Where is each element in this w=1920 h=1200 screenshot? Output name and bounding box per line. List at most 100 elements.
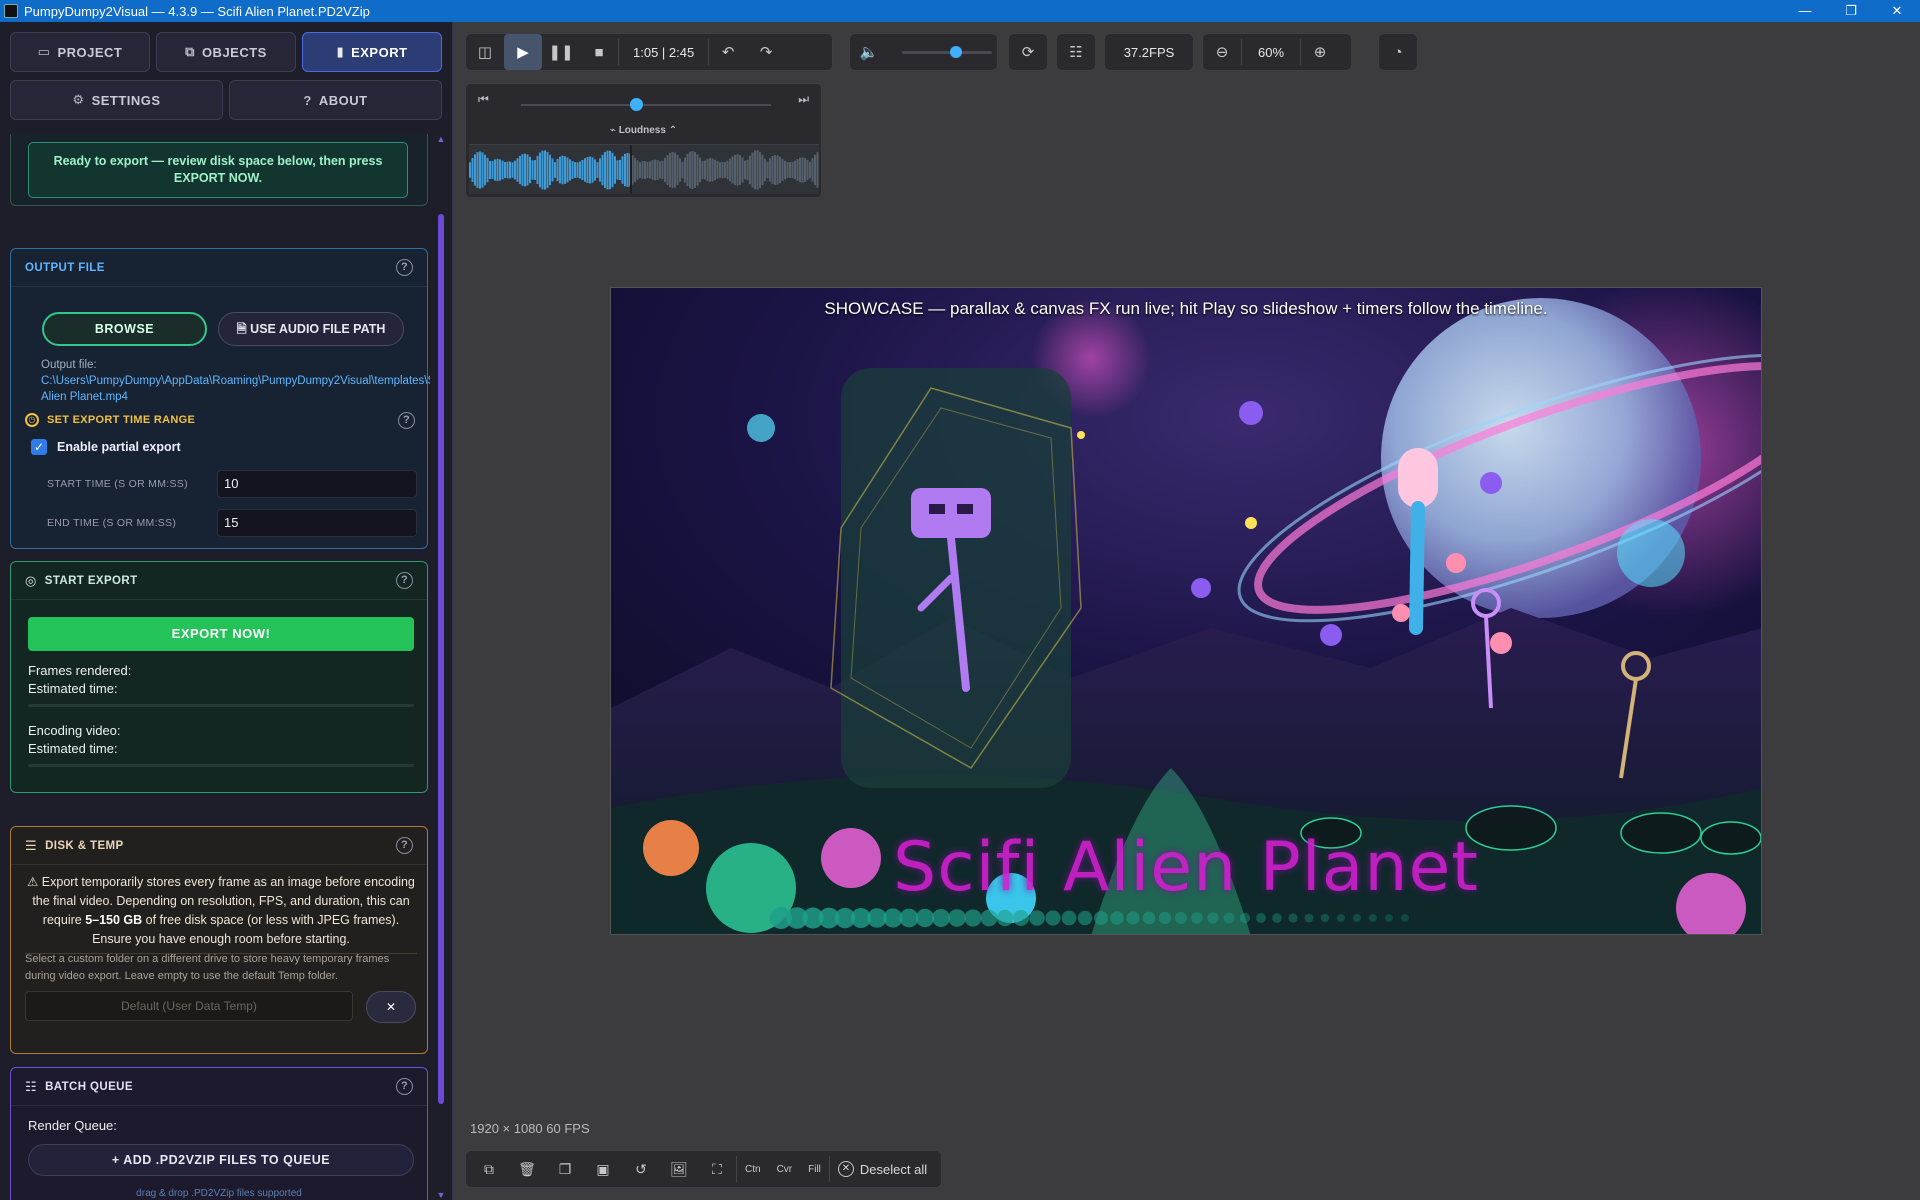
- start-time-input[interactable]: 10: [217, 470, 417, 498]
- space-invader-3: [1191, 578, 1211, 598]
- pause-icon: ❚❚: [548, 44, 574, 61]
- browse-button[interactable]: BROWSE: [42, 312, 207, 346]
- brain-1: [1446, 553, 1466, 573]
- scroll-up-icon[interactable]: ▲: [436, 134, 446, 144]
- close-window-button[interactable]: ✕: [1874, 0, 1920, 22]
- waveform-bar: [556, 158, 559, 182]
- delete-button[interactable]: 🗑: [508, 1151, 546, 1187]
- tab-objects[interactable]: ⧉ OBJECTS: [156, 32, 296, 72]
- zoom-in-icon: ⊕: [1313, 44, 1327, 61]
- help-icon[interactable]: ?: [398, 411, 415, 429]
- waveform-bar: [741, 157, 744, 183]
- play-button[interactable]: ▶: [504, 34, 542, 70]
- use-audio-path-button[interactable]: 🗎 USE AUDIO FILE PATH: [218, 312, 404, 346]
- image-button[interactable]: 🖼: [660, 1151, 698, 1187]
- export-now-button[interactable]: EXPORT NOW!: [28, 617, 414, 651]
- reset-button[interactable]: ↺: [622, 1151, 660, 1187]
- skip-end-icon[interactable]: ⏭: [798, 92, 809, 107]
- file-icon: 🗎: [236, 322, 251, 336]
- waveform-bar: [656, 159, 659, 181]
- target-icon: ◎: [25, 572, 37, 588]
- end-time-input[interactable]: 15: [217, 509, 417, 537]
- tab-about[interactable]: ? ABOUT: [229, 80, 442, 120]
- waveform-bar: [771, 155, 774, 185]
- waveform-panel: ⏮ ⏭ ⌁ Loudness ⌃: [465, 83, 822, 198]
- waveform-bar: [624, 153, 626, 187]
- waveform-bar: [614, 156, 616, 184]
- volume-slider-thumb[interactable]: [950, 46, 962, 58]
- waveform-bar: [764, 158, 766, 182]
- image-edit-button[interactable]: ▣: [584, 1151, 622, 1187]
- help-icon[interactable]: ?: [396, 259, 413, 276]
- duplicate-button[interactable]: ⧉: [470, 1151, 508, 1187]
- performance-button[interactable]: ◔: [1379, 34, 1417, 70]
- undo-button[interactable]: ↶: [709, 34, 747, 70]
- help-icon[interactable]: ?: [396, 572, 413, 589]
- copy-button[interactable]: ❐: [546, 1151, 584, 1187]
- waveform-bar: [664, 157, 666, 183]
- temp-folder-input[interactable]: Default (User Data Temp): [25, 991, 353, 1021]
- partial-export-toggle[interactable]: ✓ Enable partial export: [31, 439, 181, 455]
- fill-button[interactable]: Fill: [800, 1164, 829, 1175]
- output-path-value[interactable]: C:\Users\PumpyDumpy\AppData\Roaming\Pump…: [41, 375, 430, 403]
- help-icon[interactable]: ?: [396, 1078, 413, 1095]
- progress-dot: [1142, 911, 1156, 925]
- trash-icon: 🗑: [518, 1160, 536, 1177]
- waveform[interactable]: [469, 144, 819, 194]
- progress-dot: [980, 909, 998, 927]
- toggle-sidebar-button[interactable]: ◫: [466, 34, 504, 70]
- waveform-bar: [546, 151, 549, 189]
- waveform-bar: [601, 154, 604, 186]
- start-export-header: ◎ START EXPORT ?: [11, 562, 427, 600]
- pause-button[interactable]: ❚❚: [542, 34, 580, 70]
- waveform-bar: [564, 156, 566, 184]
- scroll-down-icon[interactable]: ▼: [436, 1190, 446, 1200]
- waveform-bar: [789, 162, 791, 178]
- stop-button[interactable]: ■: [580, 34, 618, 70]
- zoom-in-button[interactable]: ⊕: [1301, 34, 1339, 70]
- redo-button[interactable]: ↷: [747, 34, 785, 70]
- adjust-button[interactable]: ☷: [1057, 34, 1095, 70]
- volume-slider-track[interactable]: [902, 51, 992, 54]
- clear-temp-button[interactable]: ✕: [366, 991, 416, 1023]
- waveform-bar: [696, 154, 699, 186]
- mute-button[interactable]: 🔈: [850, 34, 888, 70]
- tab-settings[interactable]: ⚙ SETTINGS: [10, 80, 223, 120]
- fullscreen-button[interactable]: ⛶: [698, 1151, 736, 1187]
- jellyfish-large: [1617, 519, 1685, 587]
- sidebar-scrollbar[interactable]: ▲ ▼: [436, 134, 446, 1200]
- encoding-video-label: Encoding video:: [28, 723, 121, 738]
- frames-estimated-label: Estimated time:: [28, 681, 118, 696]
- chevron-up-icon: ⌃: [665, 125, 678, 136]
- waveform-bar: [599, 158, 601, 182]
- help-icon[interactable]: ?: [396, 837, 413, 854]
- skip-start-icon[interactable]: ⏮: [478, 92, 489, 107]
- loop-button[interactable]: ⟳: [1009, 34, 1047, 70]
- seek-track[interactable]: [521, 104, 771, 106]
- tab-project[interactable]: ▭ PROJECT: [10, 32, 150, 72]
- preview-canvas[interactable]: SHOWCASE — parallax & canvas FX run live…: [610, 287, 1762, 935]
- tab-export[interactable]: ▮ EXPORT: [302, 32, 442, 72]
- seek-thumb[interactable]: [630, 98, 643, 111]
- activity-icon: ⌁: [609, 125, 619, 136]
- output-file-header: OUTPUT FILE ?: [11, 249, 427, 287]
- waveform-bar: [794, 160, 796, 180]
- waveform-bar: [531, 160, 534, 180]
- deselect-all-button[interactable]: ✕ Deselect all: [830, 1161, 937, 1177]
- maximize-button[interactable]: ❐: [1828, 0, 1874, 22]
- add-to-queue-button[interactable]: + ADD .PD2VZIP FILES TO QUEUE: [28, 1144, 414, 1176]
- contain-button[interactable]: Ctn: [737, 1164, 769, 1175]
- scrollbar-thumb[interactable]: [438, 214, 444, 1104]
- waveform-bar: [576, 162, 579, 178]
- checkbox-checked-icon[interactable]: ✓: [31, 439, 47, 455]
- loudness-toggle[interactable]: ⌁ Loudness ⌃: [466, 125, 821, 136]
- clock-icon: ◷: [25, 413, 39, 427]
- minimize-button[interactable]: —: [1782, 0, 1828, 22]
- cover-button[interactable]: Cvr: [769, 1164, 801, 1175]
- waveform-bar: [634, 157, 636, 183]
- zoom-out-button[interactable]: ⊖: [1203, 34, 1241, 70]
- play-icon: ▶: [517, 44, 529, 61]
- waveform-bar: [476, 152, 479, 188]
- waveform-bar: [544, 150, 546, 190]
- waveform-bar: [626, 152, 629, 188]
